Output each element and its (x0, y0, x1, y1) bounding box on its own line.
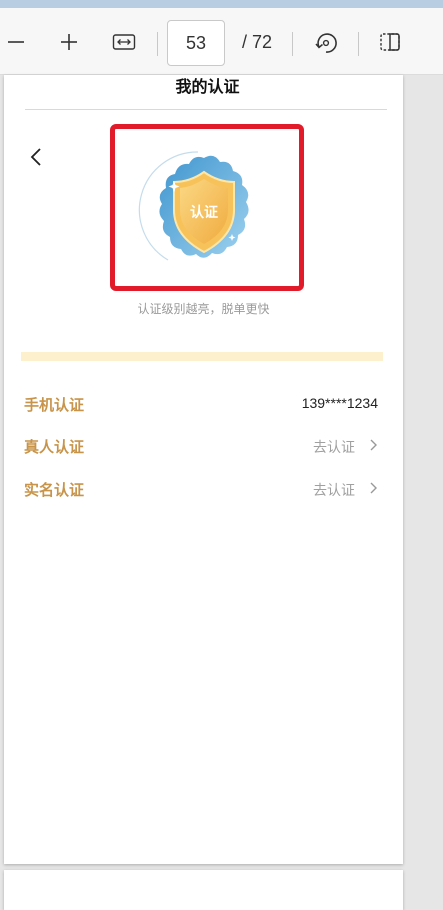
toolbar-separator (292, 32, 293, 56)
list-item-real-name-verification[interactable]: 实名认证 去认证 (21, 473, 383, 503)
document-page: 我的认证 认证 认证级别越亮，脱单更快 手机认证 139****1234 真人认… (4, 75, 403, 864)
fit-width-button[interactable] (111, 30, 137, 54)
phone-number-value: 139****1234 (301, 395, 378, 411)
fit-width-icon (112, 34, 136, 50)
section-divider (21, 352, 383, 361)
go-verify-link[interactable]: 去认证 (313, 480, 355, 500)
plus-icon (61, 34, 77, 50)
badge-label: 认证 (190, 204, 218, 221)
rotate-icon (315, 33, 337, 53)
header-divider (25, 109, 387, 110)
pdf-toolbar: 53 / 72 (0, 8, 443, 75)
list-item-real-person-verification[interactable]: 真人认证 去认证 (21, 430, 383, 460)
chevron-right-icon (370, 482, 377, 494)
row-label: 实名认证 (24, 481, 85, 499)
next-document-page (4, 870, 403, 910)
zoom-in-button[interactable] (57, 30, 81, 54)
shield-badge-icon: 认证 (138, 151, 249, 261)
page-number-input[interactable]: 53 (167, 20, 225, 66)
page-total: / 72 (242, 32, 273, 52)
row-label: 手机认证 (24, 396, 85, 414)
verification-badge: 认证 (138, 148, 264, 274)
go-verify-link[interactable]: 去认证 (313, 437, 355, 457)
window-accent-strip (0, 0, 443, 8)
list-item-phone-verification[interactable]: 手机认证 139****1234 (21, 388, 383, 418)
row-label: 真人认证 (24, 438, 85, 456)
toolbar-separator (157, 32, 158, 56)
chevron-left-icon (30, 148, 41, 166)
page-title: 我的认证 (175, 77, 240, 96)
page-view-button[interactable] (378, 30, 404, 54)
minus-icon (8, 41, 24, 43)
two-page-icon (380, 33, 400, 51)
toolbar-separator (358, 32, 359, 56)
back-button[interactable] (29, 147, 49, 169)
chevron-right-icon (370, 439, 377, 451)
zoom-out-button[interactable] (4, 30, 28, 54)
badge-caption: 认证级别越亮，脱单更快 (137, 302, 270, 316)
rotate-button[interactable] (312, 29, 340, 57)
